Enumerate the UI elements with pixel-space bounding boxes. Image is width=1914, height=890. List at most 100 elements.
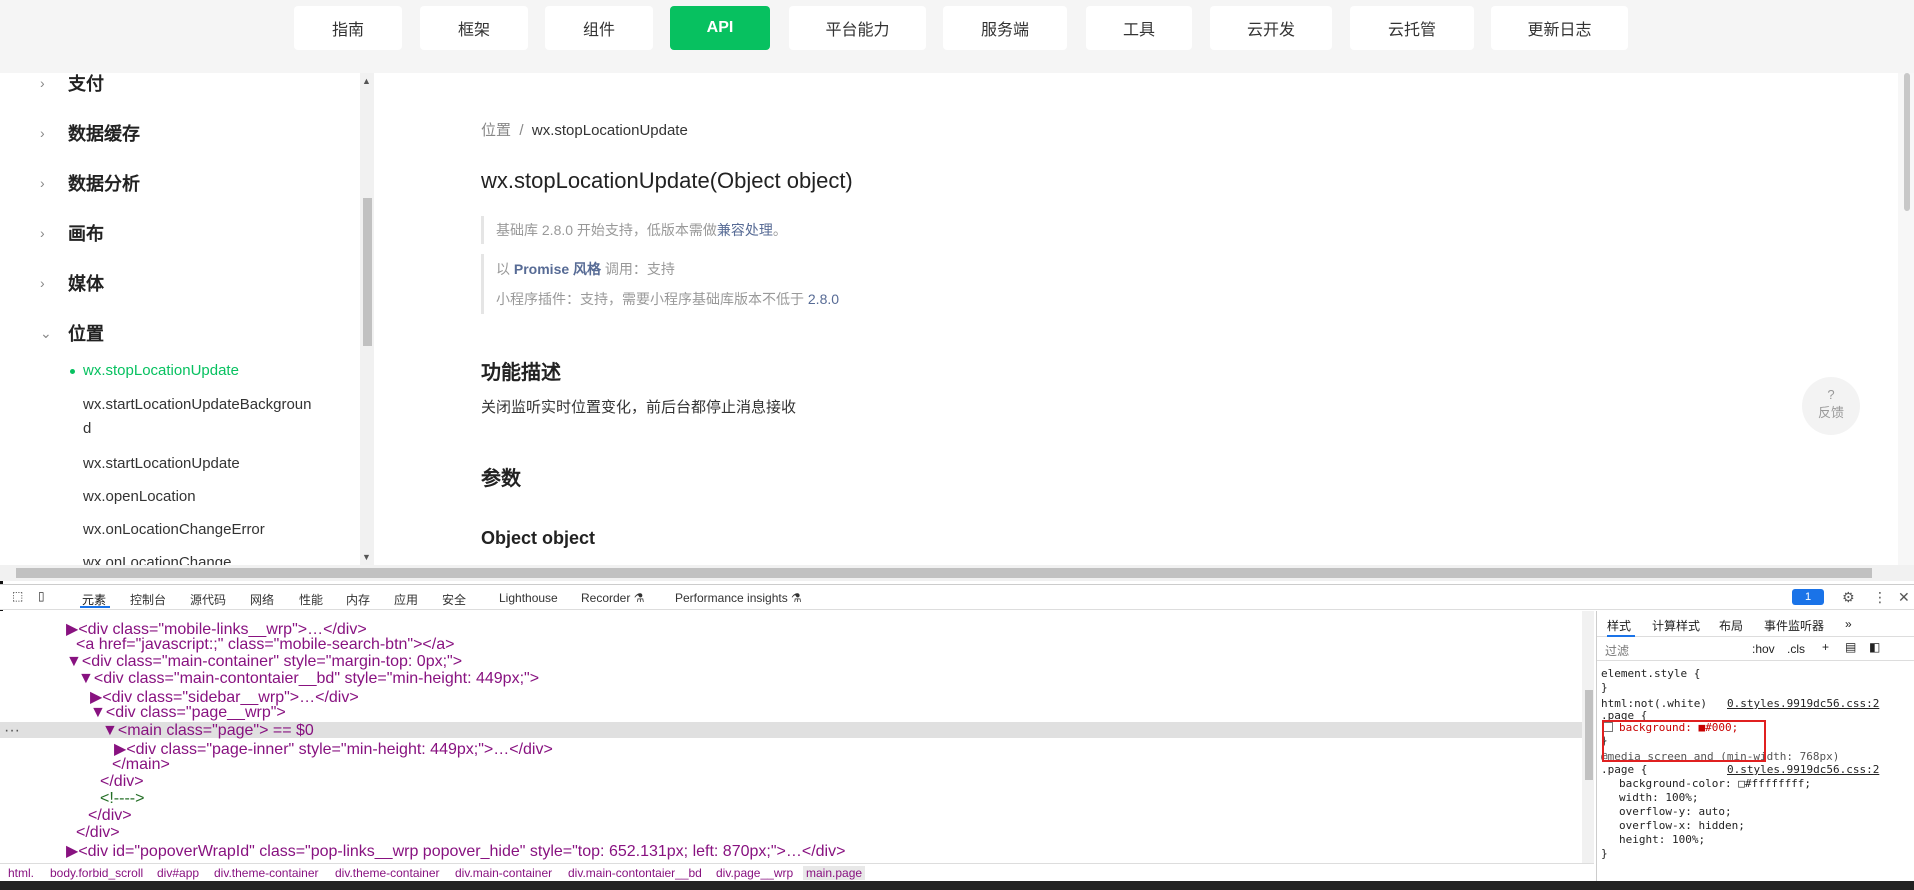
sidebar-item-stop-location-update[interactable]: wx.stopLocationUpdate xyxy=(83,359,333,383)
tab-performance[interactable]: 性能 xyxy=(299,591,323,608)
close-icon[interactable]: ✕ xyxy=(1898,589,1910,606)
dom-node[interactable]: ▼<div class="main-contontaier__bd" style… xyxy=(78,670,539,688)
dom-node[interactable]: </div> xyxy=(100,773,144,791)
cls-toggle[interactable]: .cls xyxy=(1787,642,1805,656)
dom-node-text: </div> xyxy=(100,773,144,790)
more-dots-icon[interactable]: ··· xyxy=(4,722,20,740)
inspect-icon[interactable]: ⬚ xyxy=(12,589,23,603)
filter-input[interactable]: 过滤 xyxy=(1605,642,1745,659)
crumb-body[interactable]: body.forbid_scroll xyxy=(50,866,143,880)
sidebar-item-start-location-update-background-wrap[interactable]: d xyxy=(83,417,333,441)
promise-link[interactable]: Promise 风格 xyxy=(514,261,601,277)
dom-node[interactable]: ▼<div class="page__wrp"> xyxy=(90,704,286,722)
tab-event-listeners[interactable]: 事件监听器 xyxy=(1764,617,1824,634)
hov-toggle[interactable]: :hov xyxy=(1752,642,1775,656)
paint-icon[interactable]: ▤ xyxy=(1845,640,1856,654)
dom-node[interactable]: ▶<div class="page-inner" style="min-heig… xyxy=(114,739,553,759)
scroll-down-arrow-icon[interactable]: ▼ xyxy=(362,552,371,562)
sidebar: › 支付 › 数据缓存 › 数据分析 › 画布 › 媒体 ⌄ 位置 wx.stopLocat… xyxy=(0,73,358,565)
more-menu-icon[interactable]: ⋮ xyxy=(1873,589,1887,606)
sidebar-item-start-location-update-background[interactable]: wx.startLocationUpdateBackgroun xyxy=(83,393,333,417)
elements-scrollbar-thumb[interactable] xyxy=(1585,690,1593,780)
dom-node-text: <main class="page"> == $0 xyxy=(117,722,314,739)
main-scrollbar-thumb[interactable] xyxy=(1904,73,1910,211)
css-property[interactable]: background-color: □#ffffffff; xyxy=(1619,777,1811,790)
tab-memory[interactable]: 内存 xyxy=(346,591,370,608)
plugin-version-link[interactable]: 2.8.0 xyxy=(808,291,839,307)
crumb-main-page[interactable]: main.page xyxy=(803,866,866,880)
collapse-triangle-icon: ▼ xyxy=(78,670,94,687)
dom-comment[interactable]: <!----> xyxy=(100,790,144,808)
nav-guide[interactable]: 指南 xyxy=(294,6,402,50)
crumb-main-contontaier-bd[interactable]: div.main-contontaier__bd xyxy=(568,866,702,880)
crumb-page-wrp[interactable]: div.page__wrp xyxy=(716,866,793,880)
sidebar-group-payment[interactable]: › 支付 xyxy=(40,73,104,96)
sidebar-item-start-location-update[interactable]: wx.startLocationUpdate xyxy=(83,452,333,476)
device-toggle-icon[interactable]: ▯ xyxy=(38,589,45,603)
breadcrumb-parent[interactable]: 位置 xyxy=(481,122,511,139)
sidebar-group-media[interactable]: › 媒体 xyxy=(40,270,104,296)
nav-platform[interactable]: 平台能力 xyxy=(789,6,926,50)
plugin-note: 小程序插件：支持，需要小程序基础库版本不低于 2.8.0 xyxy=(496,284,839,314)
dom-node[interactable]: <a href="javascript:;" class="mobile-sea… xyxy=(76,636,454,654)
nav-cloud-dev[interactable]: 云开发 xyxy=(1210,6,1332,50)
dom-node-selected[interactable]: ▼<main class="page"> == $0 xyxy=(102,722,314,740)
nav-cloud-hosting[interactable]: 云托管 xyxy=(1350,6,1474,50)
dom-node[interactable]: </div> xyxy=(76,824,120,842)
sidebar-group-storage[interactable]: › 数据缓存 xyxy=(40,120,140,146)
css-property[interactable]: width: 100%; xyxy=(1619,791,1698,804)
nav-components[interactable]: 组件 xyxy=(545,6,653,50)
css-property[interactable]: height: 100%; xyxy=(1619,833,1705,846)
tab-application[interactable]: 应用 xyxy=(394,591,418,608)
sidebar-group-analytics[interactable]: › 数据分析 xyxy=(40,170,140,196)
dom-node[interactable]: ▶<div id="popoverWrapId" class="pop-link… xyxy=(66,841,845,861)
chevron-right-icon: › xyxy=(40,175,45,191)
nav-api[interactable]: API xyxy=(670,6,770,50)
tab-styles[interactable]: 样式 xyxy=(1607,617,1631,634)
dom-node[interactable]: ▼<div class="main-container" style="marg… xyxy=(66,653,462,671)
crumb-main-container[interactable]: div.main-container xyxy=(455,866,552,880)
nav-changelog[interactable]: 更新日志 xyxy=(1491,6,1628,50)
rule-source-link[interactable]: 0.styles.9919dc56.css:2 xyxy=(1727,763,1879,776)
crumb-html[interactable]: html. xyxy=(8,866,34,880)
tab-sources[interactable]: 源代码 xyxy=(190,591,226,608)
scroll-up-arrow-icon[interactable]: ▲ xyxy=(362,76,371,86)
dom-node[interactable]: </div> xyxy=(88,807,132,825)
sidebar-item-open-location[interactable]: wx.openLocation xyxy=(83,485,333,509)
tab-performance-insights[interactable]: Performance insights ⚗ xyxy=(675,591,802,605)
tab-lighthouse[interactable]: Lighthouse xyxy=(499,591,558,605)
sidebar-scrollbar-thumb[interactable] xyxy=(363,198,372,346)
nav-framework[interactable]: 框架 xyxy=(420,6,528,50)
tab-security[interactable]: 安全 xyxy=(442,591,466,608)
tab-recorder[interactable]: Recorder ⚗ xyxy=(581,591,644,605)
sidebar-item-on-location-change-error[interactable]: wx.onLocationChangeError xyxy=(83,518,333,542)
more-tabs-icon[interactable]: » xyxy=(1845,617,1852,631)
compat-link[interactable]: 兼容处理 xyxy=(717,222,773,238)
crumb-theme-container[interactable]: div.theme-container xyxy=(214,866,319,880)
tab-network[interactable]: 网络 xyxy=(250,591,274,608)
breadcrumb: 位置 / wx.stopLocationUpdate xyxy=(481,119,688,140)
devtools-toolbar: ⬚ ▯ 元素 控制台 源代码 网络 性能 内存 应用 安全 Lighthouse… xyxy=(0,584,1914,610)
add-rule-icon[interactable]: + xyxy=(1822,640,1829,654)
sidebar-group-location[interactable]: ⌄ 位置 xyxy=(40,320,104,346)
nav-tools[interactable]: 工具 xyxy=(1086,6,1192,50)
nav-server[interactable]: 服务端 xyxy=(943,6,1067,50)
sidebar-item-on-location-change[interactable]: wx.onLocationChange xyxy=(83,551,333,565)
feedback-button[interactable]: ? 反馈 xyxy=(1802,377,1860,435)
tab-console[interactable]: 控制台 xyxy=(130,591,166,608)
crumb-theme-container-2[interactable]: div.theme-container xyxy=(335,866,440,880)
css-property[interactable]: overflow-y: auto; xyxy=(1619,805,1732,818)
horizontal-scrollbar-thumb[interactable] xyxy=(16,568,1872,578)
sidebar-toggle-icon[interactable]: ◧ xyxy=(1869,640,1880,654)
gear-icon[interactable]: ⚙ xyxy=(1842,589,1855,606)
version-note-suffix: 。 xyxy=(772,222,787,238)
dom-node-text: <div class="main-contontaier__bd" style=… xyxy=(93,670,540,687)
tab-computed[interactable]: 计算样式 xyxy=(1652,617,1700,634)
sidebar-group-canvas[interactable]: › 画布 xyxy=(40,220,104,246)
css-property[interactable]: overflow-x: hidden; xyxy=(1619,819,1745,832)
rule-source-link[interactable]: 0.styles.9919dc56.css:2 xyxy=(1727,697,1879,710)
tab-layout[interactable]: 布局 xyxy=(1719,617,1743,634)
crumb-app[interactable]: div#app xyxy=(157,866,199,880)
issues-badge[interactable]: 1 xyxy=(1792,589,1824,605)
dom-node[interactable]: </main> xyxy=(112,756,170,774)
